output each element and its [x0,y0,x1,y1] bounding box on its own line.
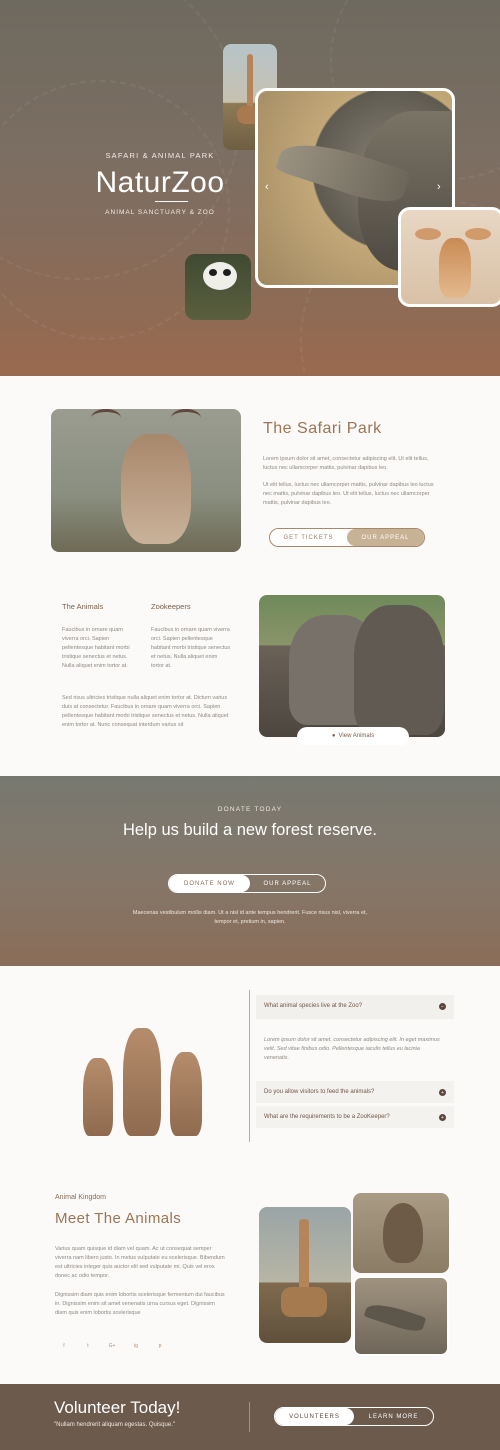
meet-paragraph-1: Varius quam quisque id diam vel quam. Ac… [55,1246,225,1279]
donate-section [0,776,500,966]
owl-image [353,1193,449,1273]
zookeepers-text: Faucibus in ornare quam viverra orci. Sa… [151,627,231,669]
logo-underline [155,201,188,202]
safari-title: The Safari Park [263,420,382,437]
view-animals-button[interactable]: ● View Animals [297,727,409,745]
next-arrow-icon[interactable]: › [437,181,441,193]
expand-icon[interactable]: + [439,1114,446,1121]
zookeepers-heading: Zookeepers [151,602,191,611]
prev-arrow-icon[interactable]: ‹ [265,181,269,193]
our-appeal-button[interactable]: OUR APPEAL [347,529,424,546]
faq-question: What animal species live at the Zoo? [264,1003,363,1009]
meet-kicker: Animal Kingdom [55,1194,106,1201]
meet-paragraph-2: Dignissim diam quis enim lobortis sceler… [55,1292,225,1316]
hero-kicker: SAFARI & ANIMAL PARK [105,151,215,160]
panda-thumbnail [185,254,251,320]
learn-more-button[interactable]: LEARN MORE [354,1408,433,1425]
rhino-image [353,1276,449,1356]
paw-icon: ● [331,733,336,739]
donate-kicker: DONATE TODAY [217,806,283,813]
donate-title: Help us build a new forest reserve. [122,821,378,839]
deer-family-image [78,1000,213,1140]
facebook-icon[interactable]: f [58,1340,70,1352]
get-tickets-button[interactable]: GET TICKETS [270,529,347,546]
safari-button-group: GET TICKETS OUR APPEAL [269,528,425,547]
instagram-icon[interactable]: ig [130,1340,142,1352]
volunteer-button-group: VOLUNTEERS LEARN MORE [274,1407,434,1426]
donate-button-group: DONATE NOW OUR APPEAL [168,874,326,893]
hero-subtitle: ANIMAL SANCTUARY & ZOO [105,209,215,216]
meet-title: Meet The Animals [55,1210,182,1227]
deer-image [51,409,241,552]
faq-divider [249,990,250,1142]
faq-question: What are the requirements to be a ZooKee… [264,1114,390,1120]
view-animals-label: View Animals [338,733,375,739]
faq-item[interactable]: What are the requirements to be a ZooKee… [256,1106,454,1128]
donate-appeal-button[interactable]: OUR APPEAL [250,875,325,892]
volunteers-button[interactable]: VOLUNTEERS [275,1408,354,1425]
faq-answer: Lorem ipsum dolor sit amet, consectetur … [264,1037,440,1061]
site-logo-title[interactable]: NaturZoo [60,166,260,200]
expand-icon[interactable]: + [439,1089,446,1096]
pinterest-icon[interactable]: p [154,1340,166,1352]
volunteer-title: Volunteer Today! [54,1398,181,1417]
faq-question: Do you allow visitors to feed the animal… [264,1089,375,1095]
twitter-icon[interactable]: t [82,1340,94,1352]
faq-item-open[interactable]: What animal species live at the Zoo? − [256,995,454,1019]
elephants-image [259,595,445,737]
footer-divider [249,1402,250,1432]
donate-text: Maecenas vestibulum mollis diam. Ut a ni… [132,910,368,925]
volunteer-subtitle: "Nullam hendrerit aliquam egestas. Quisq… [54,1422,175,1428]
animals-text: Faucibus in ornare quam viverra orci. Sa… [62,627,130,669]
google-plus-icon[interactable]: G+ [106,1340,118,1352]
safari-paragraph-1: Lorem ipsum dolor sit amet, consectetur … [263,456,429,471]
faq-item[interactable]: Do you allow visitors to feed the animal… [256,1081,454,1103]
antelope-thumbnail [398,207,500,307]
safari-paragraph-2: Ut elit tellus, luctus nec ullamcorper m… [263,482,434,506]
donate-now-button[interactable]: DONATE NOW [169,875,250,892]
animals-bottom-text: Sed risus ultricies tristique nulla aliq… [62,695,229,728]
giraffe-image [259,1207,351,1343]
animals-heading: The Animals [62,602,104,611]
collapse-icon[interactable]: − [439,1003,446,1010]
